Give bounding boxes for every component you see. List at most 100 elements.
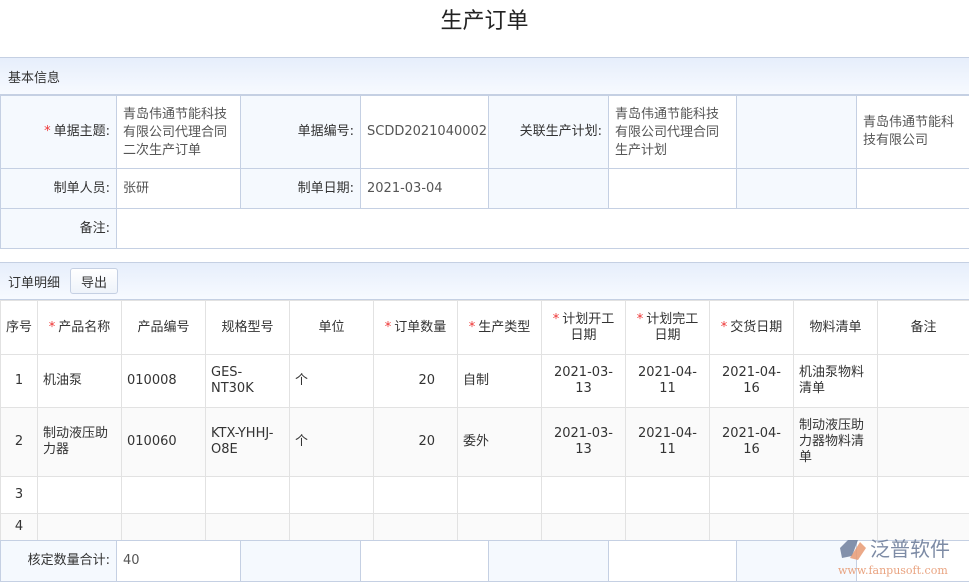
table-cell[interactable]: [710, 514, 794, 541]
table-cell[interactable]: [878, 477, 969, 514]
column-header: 序号: [1, 301, 38, 355]
column-header: *交货日期: [710, 301, 794, 355]
table-cell[interactable]: 自制: [458, 355, 542, 408]
table-row[interactable]: 3: [1, 477, 969, 514]
number-label: 单据编号:: [241, 96, 361, 169]
creator-value[interactable]: 张研: [117, 169, 241, 209]
table-cell[interactable]: [626, 514, 710, 541]
total-value: 40: [117, 541, 241, 582]
empty-cell: [241, 541, 361, 582]
table-cell[interactable]: [794, 477, 878, 514]
table-cell[interactable]: 个: [290, 408, 374, 477]
table-cell[interactable]: [374, 514, 458, 541]
table-cell[interactable]: [122, 477, 206, 514]
plan-label: 关联生产计划:: [489, 96, 609, 169]
creator-label: 制单人员:: [1, 169, 117, 209]
order-detail-header: 订单明细 导出: [0, 262, 969, 300]
table-cell[interactable]: 2021-04-11: [626, 408, 710, 477]
column-header: 规格型号: [206, 301, 290, 355]
table-cell[interactable]: 机油泵: [38, 355, 122, 408]
order-detail-table: 序号*产品名称产品编号规格型号单位*订单数量*生产类型*计划开工日期*计划完工日…: [0, 300, 969, 541]
table-cell[interactable]: 委外: [458, 408, 542, 477]
column-header: 产品编号: [122, 301, 206, 355]
subject-value[interactable]: 青岛伟通节能科技有限公司代理合同二次生产订单: [117, 96, 241, 169]
table-header-row: 序号*产品名称产品编号规格型号单位*订单数量*生产类型*计划开工日期*计划完工日…: [1, 301, 969, 355]
page-title: 生产订单: [0, 0, 969, 46]
total-label: 核定数量合计:: [1, 541, 117, 582]
table-cell[interactable]: 20: [374, 408, 458, 477]
column-header: *计划完工日期: [626, 301, 710, 355]
svg-text:www.fanpusoft.com: www.fanpusoft.com: [838, 564, 948, 577]
export-button[interactable]: 导出: [70, 268, 118, 294]
table-cell[interactable]: [38, 477, 122, 514]
column-header: *订单数量: [374, 301, 458, 355]
table-cell[interactable]: [542, 514, 626, 541]
table-cell[interactable]: [122, 514, 206, 541]
empty-cell: [489, 169, 609, 209]
table-cell[interactable]: KTX-YHHJ-O8E: [206, 408, 290, 477]
table-cell[interactable]: 3: [1, 477, 38, 514]
table-cell[interactable]: 2021-04-11: [626, 355, 710, 408]
column-header: 备注: [878, 301, 969, 355]
table-row[interactable]: 1机油泵010008GES-NT30K个20自制2021-03-132021-0…: [1, 355, 969, 408]
empty-cell: [489, 541, 609, 582]
table-cell[interactable]: [878, 355, 969, 408]
fanpusoft-watermark-logo: 泛普软件 www.fanpusoft.com: [836, 534, 961, 578]
table-cell[interactable]: 2: [1, 408, 38, 477]
table-cell[interactable]: 010008: [122, 355, 206, 408]
table-row[interactable]: 2制动液压助力器010060KTX-YHHJ-O8E个20委外2021-03-1…: [1, 408, 969, 477]
table-cell[interactable]: [290, 477, 374, 514]
subject-label: *单据主题:: [1, 96, 117, 169]
empty-cell: [361, 541, 489, 582]
order-detail-title: 订单明细: [8, 272, 60, 291]
table-cell[interactable]: [206, 477, 290, 514]
table-cell[interactable]: 2021-04-16: [710, 355, 794, 408]
table-cell[interactable]: [290, 514, 374, 541]
table-cell[interactable]: 个: [290, 355, 374, 408]
company-value[interactable]: 青岛伟通节能科技有限公司: [857, 96, 969, 169]
empty-cell: [609, 169, 737, 209]
table-cell[interactable]: [458, 477, 542, 514]
column-header: *生产类型: [458, 301, 542, 355]
date-label: 制单日期:: [241, 169, 361, 209]
column-header: *产品名称: [38, 301, 122, 355]
basic-info-form: *单据主题: 青岛伟通节能科技有限公司代理合同二次生产订单 单据编号: SCDD…: [0, 95, 969, 249]
footer-summary: 核定数量合计: 40: [0, 540, 969, 582]
remark-value[interactable]: [117, 209, 969, 249]
table-cell[interactable]: 20: [374, 355, 458, 408]
table-cell[interactable]: 2021-03-13: [542, 408, 626, 477]
empty-cell: [737, 169, 857, 209]
table-cell[interactable]: 4: [1, 514, 38, 541]
basic-info-title: 基本信息: [8, 67, 60, 86]
table-cell[interactable]: 2021-03-13: [542, 355, 626, 408]
table-cell[interactable]: 2021-04-16: [710, 408, 794, 477]
table-cell[interactable]: [626, 477, 710, 514]
svg-text:泛普软件: 泛普软件: [870, 537, 950, 561]
empty-label: [737, 96, 857, 169]
number-value[interactable]: SCDD2021040002: [361, 96, 489, 169]
basic-info-header: 基本信息: [0, 57, 969, 95]
column-header: 物料清单: [794, 301, 878, 355]
table-cell[interactable]: [710, 477, 794, 514]
table-cell[interactable]: [38, 514, 122, 541]
table-cell[interactable]: [878, 408, 969, 477]
plan-value[interactable]: 青岛伟通节能科技有限公司代理合同生产计划: [609, 96, 737, 169]
table-cell[interactable]: GES-NT30K: [206, 355, 290, 408]
table-cell[interactable]: [458, 514, 542, 541]
column-header: *计划开工日期: [542, 301, 626, 355]
date-value[interactable]: 2021-03-04: [361, 169, 489, 209]
remark-label: 备注:: [1, 209, 117, 249]
table-cell[interactable]: 010060: [122, 408, 206, 477]
fanpusoft-logo-icon: 泛普软件 www.fanpusoft.com: [836, 534, 961, 578]
table-cell[interactable]: 1: [1, 355, 38, 408]
table-cell[interactable]: [206, 514, 290, 541]
table-cell[interactable]: 机油泵物料清单: [794, 355, 878, 408]
table-cell[interactable]: [542, 477, 626, 514]
table-cell[interactable]: 制动液压助力器: [38, 408, 122, 477]
empty-cell: [609, 541, 737, 582]
empty-cell: [857, 169, 969, 209]
column-header: 单位: [290, 301, 374, 355]
table-row[interactable]: 4: [1, 514, 969, 541]
table-cell[interactable]: [374, 477, 458, 514]
table-cell[interactable]: 制动液压助力器物料清单: [794, 408, 878, 477]
